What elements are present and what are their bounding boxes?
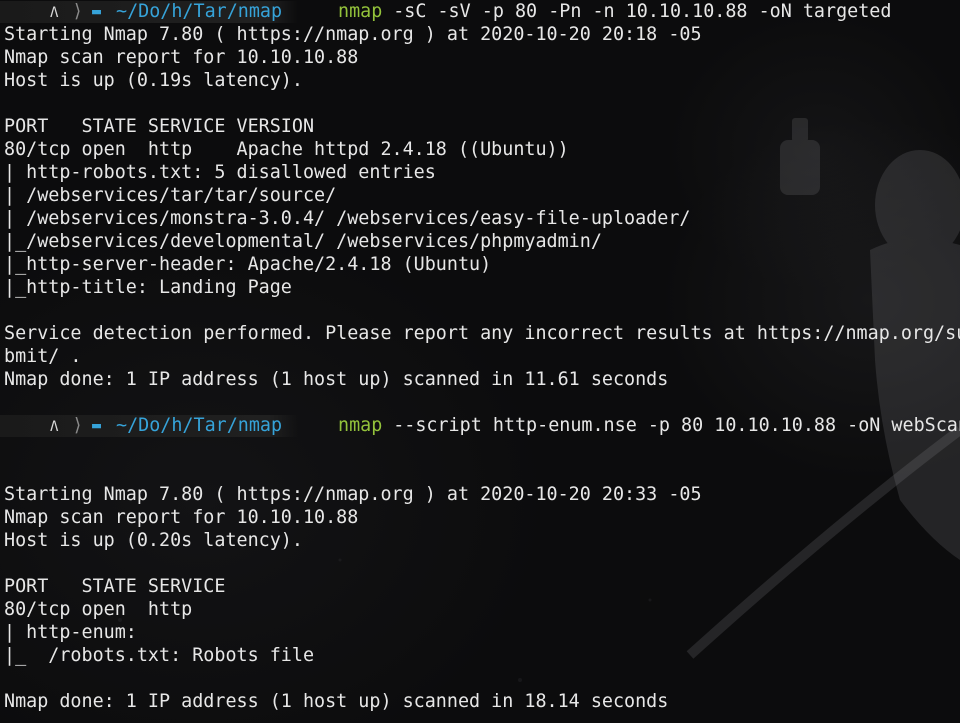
prompt-separator-icon: ⟩ <box>72 415 84 436</box>
output-line: 80/tcp open http <box>4 599 193 620</box>
output-line: PORT STATE SERVICE <box>4 576 226 597</box>
linux-tux-icon: Λ <box>50 5 59 21</box>
output-line: |_/webservices/developmental/ /webservic… <box>4 231 602 252</box>
shell-prompt: Λ ⟩ ▬ ~/Do/h/Tar/nmap nmap --script http-enum… <box>0 414 960 437</box>
command-arguments: -sC -sV -p 80 -Pn -n 10.10.10.88 -oN tar… <box>393 1 892 22</box>
output-line: Service detection performed. Please repo… <box>4 323 960 344</box>
folder-icon: ▬ <box>92 416 102 434</box>
output-line: Nmap done: 1 IP address (1 host up) scan… <box>4 369 669 390</box>
output-line: |_http-title: Landing Page <box>4 277 292 298</box>
output-line: | http-enum: <box>4 622 137 643</box>
command-name: nmap <box>338 1 383 22</box>
output-line: bmit/ . <box>4 346 82 367</box>
output-line: Starting Nmap 7.80 ( https://nmap.org ) … <box>4 484 702 505</box>
output-line: Host is up (0.19s latency). <box>4 70 303 91</box>
prompt-separator-icon: ⟩ <box>72 1 84 22</box>
output-line: Host is up (0.20s latency). <box>4 530 303 551</box>
prompt-path: ~/Do/h/Tar/nmap <box>116 1 283 22</box>
output-line: | /webservices/tar/tar/source/ <box>4 185 337 206</box>
command-name: nmap <box>338 415 383 436</box>
linux-tux-icon: Λ <box>50 419 59 435</box>
shell-prompt: Λ ⟩ ▬ ~/Do/h/Tar/nmap nmap -sC -sV -p 80 -Pn … <box>0 0 960 23</box>
output-line: | http-robots.txt: 5 disallowed entries <box>4 162 436 183</box>
output-line: 80/tcp open http Apache httpd 2.4.18 ((U… <box>4 139 569 160</box>
output-line: PORT STATE SERVICE VERSION <box>4 116 315 137</box>
folder-icon: ▬ <box>92 2 102 20</box>
output-line: |_ /robots.txt: Robots file <box>4 645 315 666</box>
output-line: Nmap scan report for 10.10.10.88 <box>4 507 359 528</box>
output-line: Nmap scan report for 10.10.10.88 <box>4 47 359 68</box>
output-line: |_http-server-header: Apache/2.4.18 (Ubu… <box>4 254 492 275</box>
output-line: Starting Nmap 7.80 ( https://nmap.org ) … <box>4 24 702 45</box>
prompt-path: ~/Do/h/Tar/nmap <box>116 415 283 436</box>
terminal-window[interactable]: Λ ⟩ ▬ ~/Do/h/Tar/nmap nmap -sC -sV -p 80 -Pn … <box>0 0 960 713</box>
output-line: Nmap done: 1 IP address (1 host up) scan… <box>4 691 669 712</box>
output-line: | /webservices/monstra-3.0.4/ /webservic… <box>4 208 691 229</box>
command-arguments: --script http-enum.nse -p 80 10.10.10.88… <box>393 415 960 436</box>
